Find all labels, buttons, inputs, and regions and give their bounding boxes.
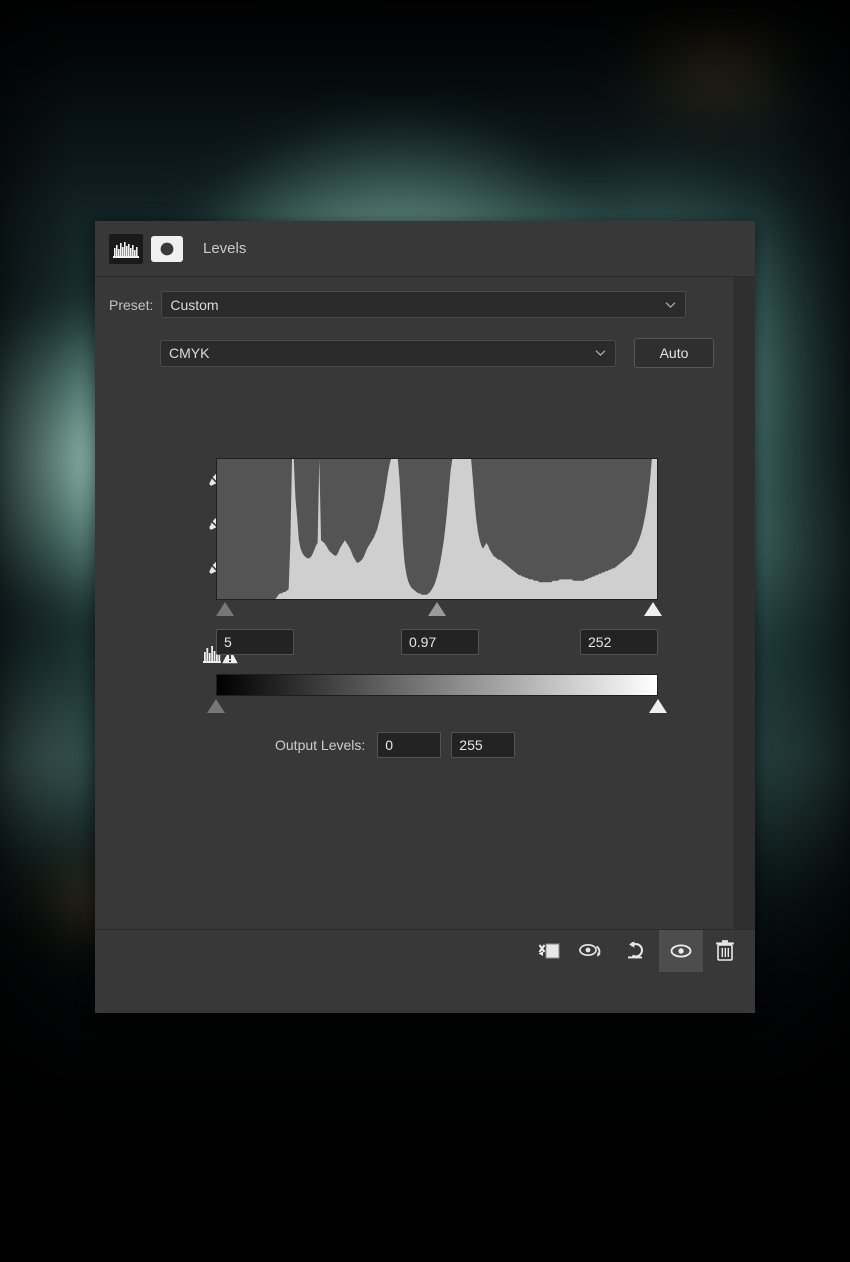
output-black-point-handle[interactable] <box>207 699 225 713</box>
preset-label: Preset: <box>109 296 154 313</box>
input-levels-slider[interactable] <box>215 600 662 622</box>
reset-adjustment-button[interactable] <box>615 930 659 972</box>
panel-body: Preset: Custom CMYK Auto 5 0.97 252 Outp… <box>95 277 755 972</box>
input-histogram <box>216 458 658 600</box>
delete-adjustment-button[interactable] <box>703 930 747 972</box>
channel-row: CMYK Auto <box>95 318 755 368</box>
preset-row: Preset: Custom <box>95 277 755 318</box>
preset-dropdown[interactable]: Custom <box>161 291 687 318</box>
input-white-field[interactable]: 252 <box>580 629 658 655</box>
panel-header: Levels <box>95 221 755 277</box>
histogram-plot <box>217 459 657 599</box>
chevron-down-icon <box>665 301 676 308</box>
levels-histogram-icon[interactable] <box>109 233 143 264</box>
output-levels-slider[interactable] <box>207 697 667 719</box>
panel-footer-toolbar <box>95 929 755 972</box>
layer-mask-icon[interactable] <box>151 235 183 262</box>
input-levels-fields: 5 0.97 252 <box>216 629 658 655</box>
output-black-field[interactable]: 0 <box>377 732 442 758</box>
toggle-previous-state-button[interactable] <box>571 930 615 972</box>
channel-dropdown[interactable]: CMYK <box>160 339 616 367</box>
auto-button[interactable]: Auto <box>634 338 714 368</box>
output-white-field[interactable]: 255 <box>451 732 516 758</box>
chevron-down-icon <box>595 350 606 357</box>
input-black-point-handle[interactable] <box>215 602 234 616</box>
output-levels-label: Output Levels: <box>275 737 366 753</box>
output-white-point-handle[interactable] <box>649 699 667 713</box>
channel-value: CMYK <box>169 345 210 361</box>
panel-scrollbar[interactable] <box>733 277 755 971</box>
levels-adjustment-panel: Levels Preset: Custom CMYK Auto 5 0.97 2… <box>95 221 755 1013</box>
input-gamma-field[interactable]: 0.97 <box>401 629 479 655</box>
input-black-field[interactable]: 5 <box>216 629 294 655</box>
output-levels-gradient <box>216 674 658 696</box>
clip-to-layer-button[interactable] <box>527 930 571 972</box>
page-title: Levels <box>203 240 247 257</box>
preset-value: Custom <box>170 296 219 313</box>
input-white-point-handle[interactable] <box>643 602 662 616</box>
output-levels-row: Output Levels: 0 255 <box>275 732 525 758</box>
input-gamma-handle[interactable] <box>428 602 446 616</box>
toggle-layer-visibility-button[interactable] <box>659 929 703 972</box>
